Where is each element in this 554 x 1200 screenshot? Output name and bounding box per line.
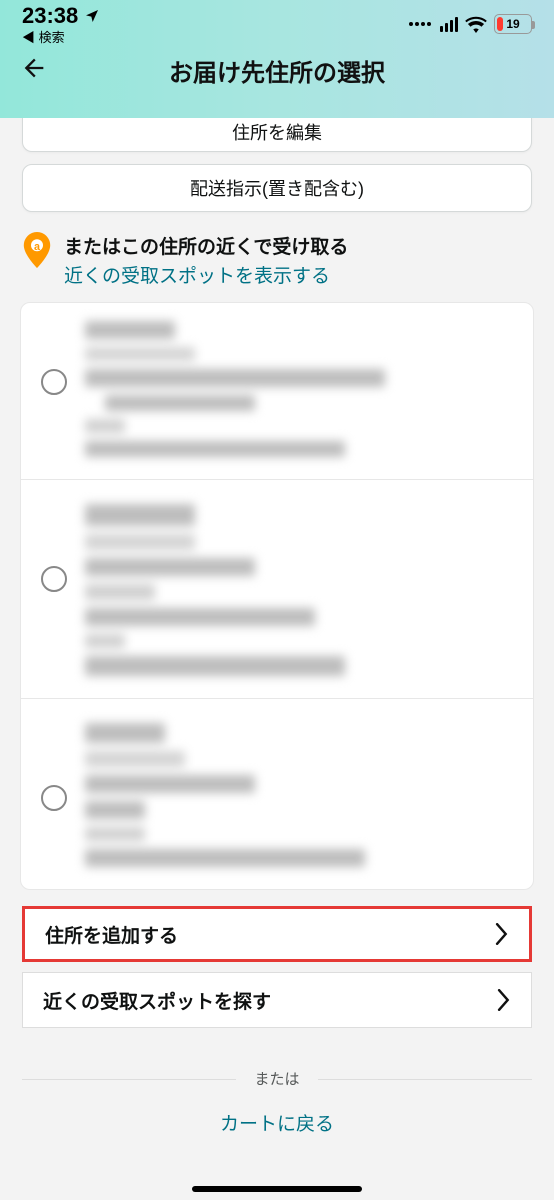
radio-unchecked-icon[interactable] <box>41 566 67 592</box>
address-option[interactable] <box>21 479 533 698</box>
or-divider: または <box>22 1068 532 1089</box>
wifi-icon <box>465 15 487 33</box>
chevron-right-icon <box>495 923 509 945</box>
address-option[interactable] <box>21 698 533 889</box>
return-to-cart-link[interactable]: カートに戻る <box>22 1109 532 1136</box>
address-redacted <box>85 504 345 676</box>
status-bar: 23:38 ◀ 検索 19 <box>0 0 554 40</box>
radio-unchecked-icon[interactable] <box>41 785 67 811</box>
svg-text:a: a <box>34 241 41 253</box>
address-option[interactable] <box>21 303 533 479</box>
radio-unchecked-icon[interactable] <box>41 369 67 395</box>
page-title: お届け先住所の選択 <box>0 53 554 88</box>
arrow-left-icon <box>20 54 48 82</box>
map-pin-icon: a <box>22 232 52 268</box>
back-button[interactable] <box>20 54 48 87</box>
address-redacted <box>85 321 385 457</box>
nearby-pickup-title: またはこの住所の近くで受け取る <box>64 232 348 259</box>
nearby-pickup-link[interactable]: 近くの受取スポットを表示する <box>64 261 348 288</box>
find-pickup-spot-button[interactable]: 近くの受取スポットを探す <box>22 972 532 1028</box>
signal-secondary-icon <box>409 22 431 26</box>
add-address-button[interactable]: 住所を追加する <box>22 906 532 962</box>
cellular-signal-icon <box>440 17 458 32</box>
address-list <box>20 302 534 890</box>
address-redacted <box>85 723 365 867</box>
home-indicator[interactable] <box>192 1186 362 1192</box>
chevron-right-icon <box>497 989 511 1011</box>
nearby-pickup-section: a またはこの住所の近くで受け取る 近くの受取スポットを表示する <box>22 224 532 302</box>
status-time: 23:38 <box>22 3 100 29</box>
battery-indicator: 19 <box>494 14 532 34</box>
location-arrow-icon <box>84 8 100 24</box>
edit-address-button[interactable]: 住所を編集 <box>22 112 532 152</box>
delivery-instructions-button[interactable]: 配送指示(置き配含む) <box>22 164 532 212</box>
